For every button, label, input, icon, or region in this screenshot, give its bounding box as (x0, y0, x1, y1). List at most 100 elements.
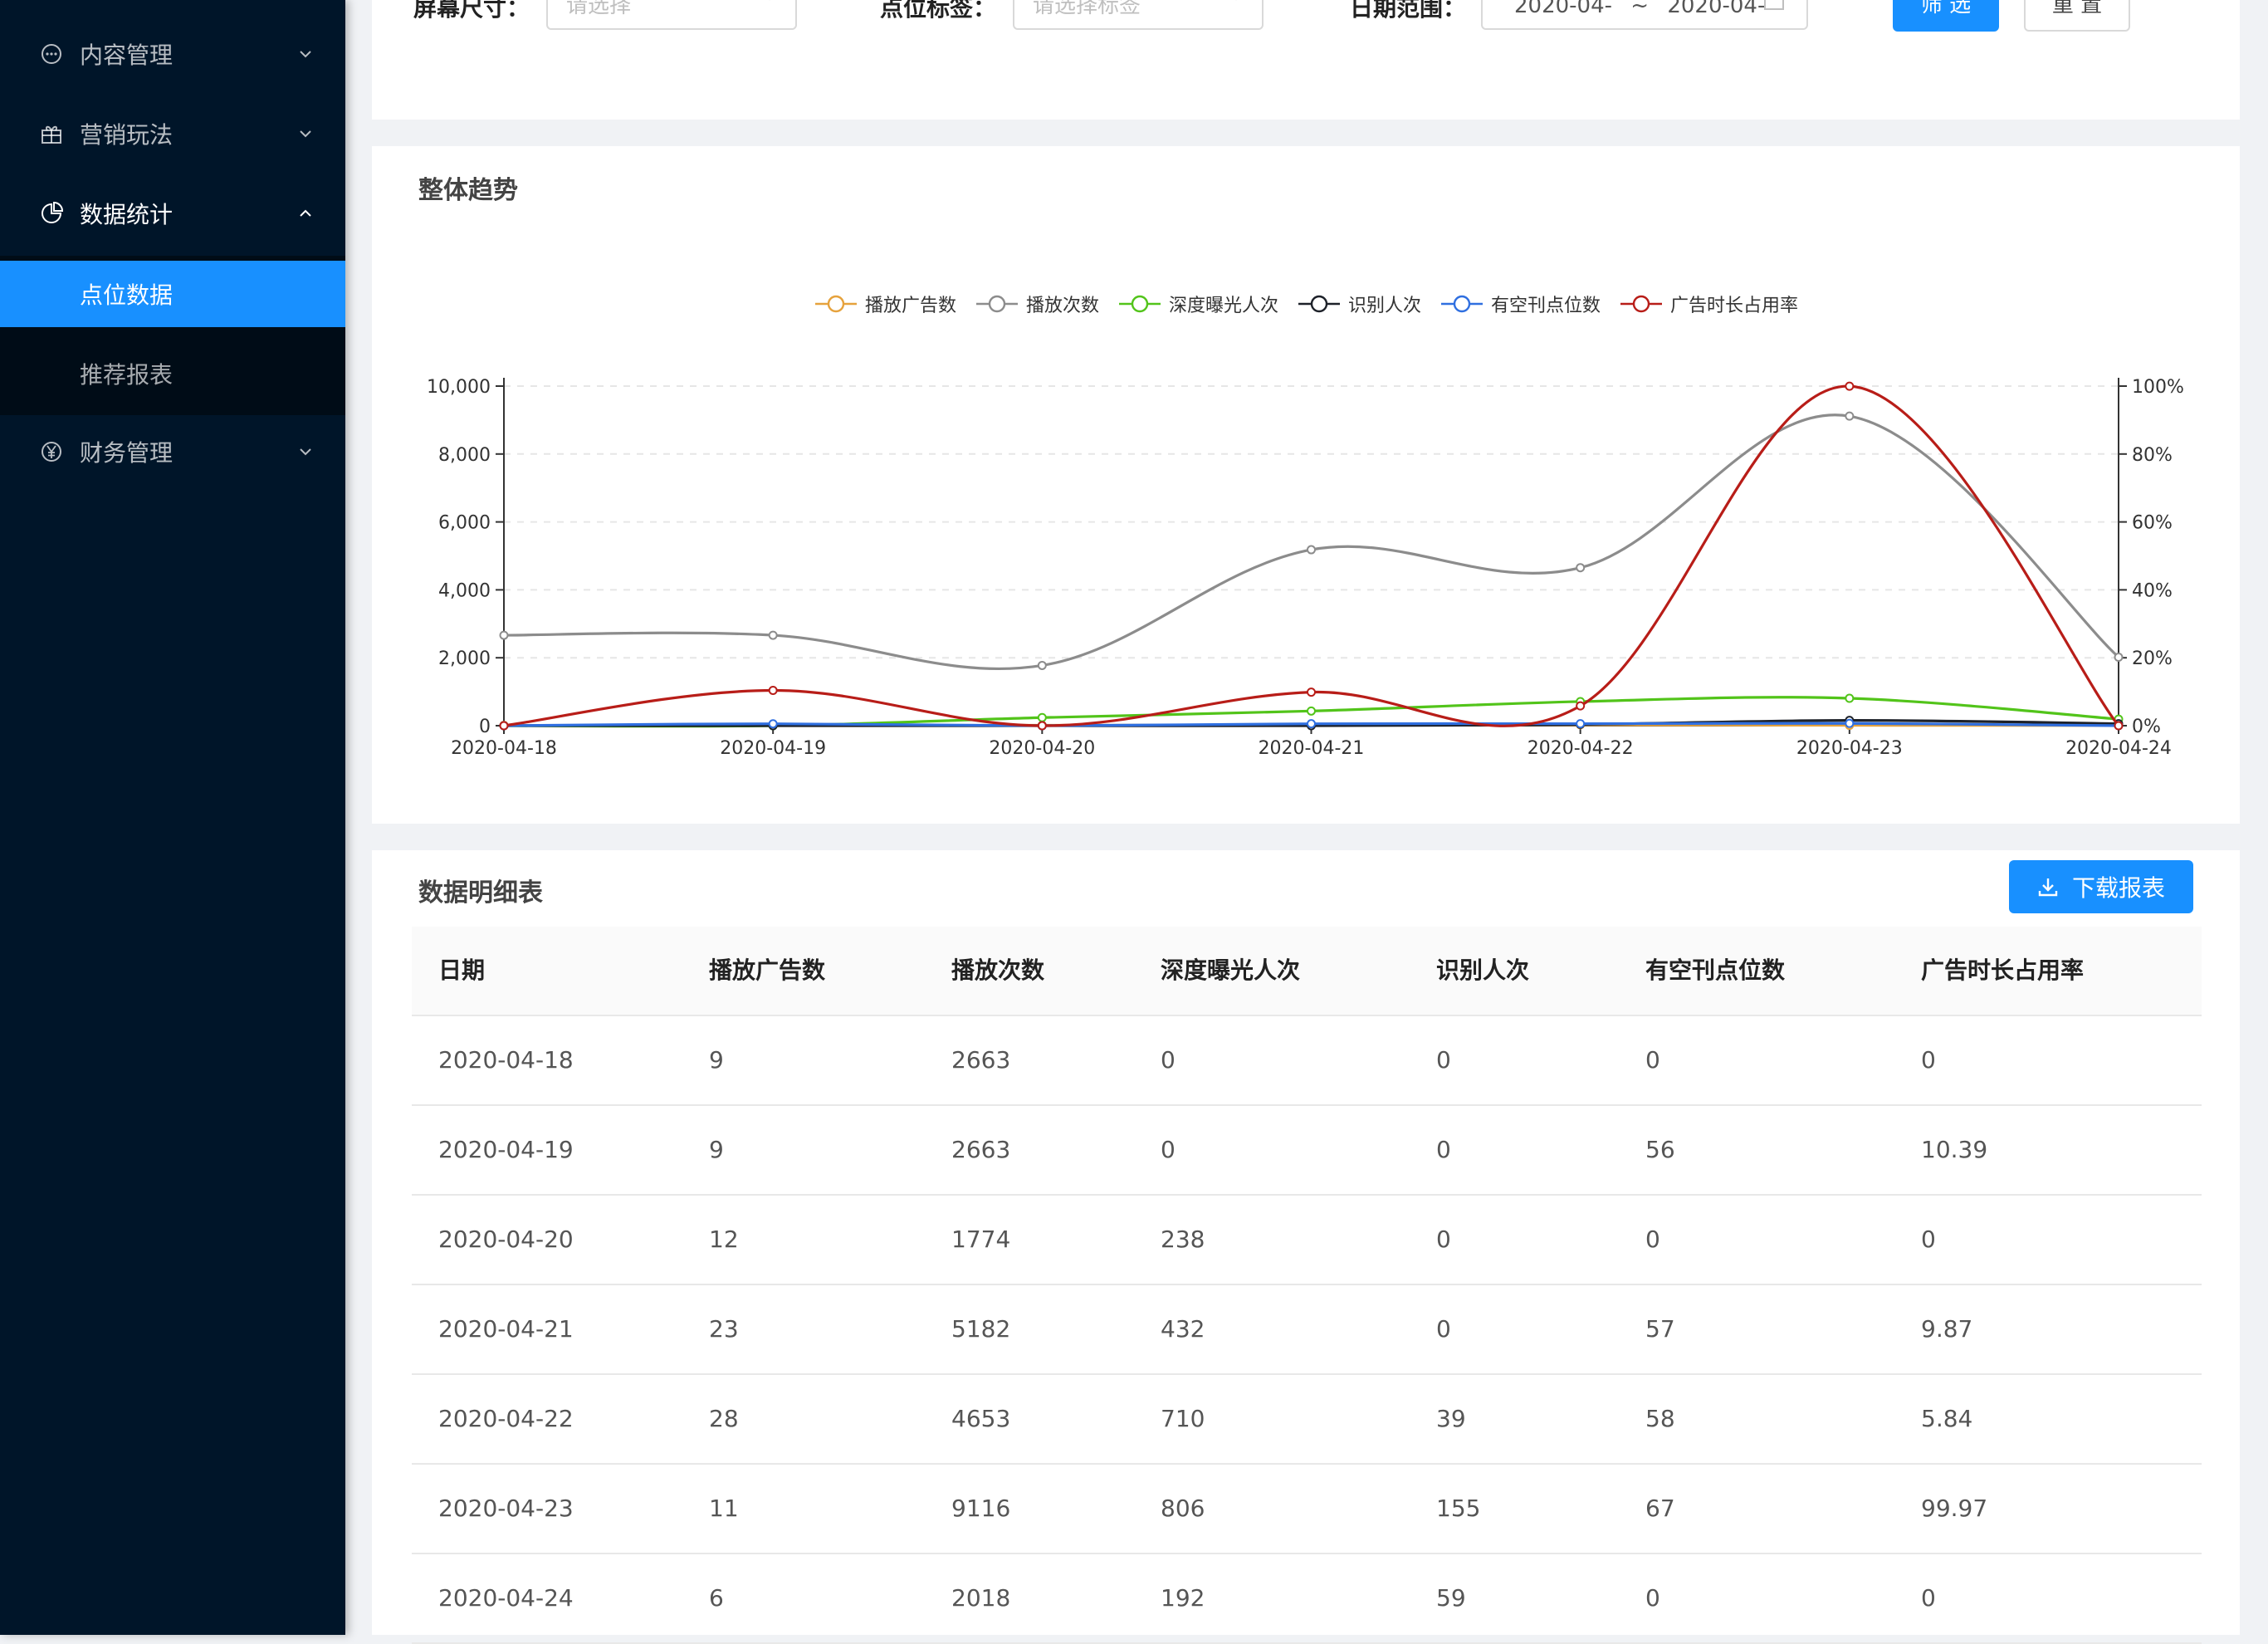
table-cell: 2020-04-23 (438, 1495, 574, 1522)
series-line (503, 413, 2120, 671)
table-cell: 2020-04-21 (438, 1315, 574, 1343)
data-point (1845, 411, 1855, 421)
table-cell: 9116 (951, 1495, 1011, 1522)
pie-chart-icon (42, 201, 64, 223)
menu-label: 内容管理 (80, 42, 174, 69)
trend-line-chart: 0 2,000 4,000 6,000 8,000 10,000 0% 20% 40% 60% 80… (427, 377, 2184, 759)
x-tick-label: 2020-04-21 (1259, 738, 1365, 759)
table-cell: 9 (709, 1046, 724, 1074)
y-right-tick-label: 60% (2132, 513, 2173, 534)
data-point (1307, 706, 1316, 716)
table-cell: 58 (1645, 1405, 1675, 1432)
table-cell: 11 (709, 1495, 739, 1522)
date-range-picker[interactable]: 2020-04- ~ 2020-04- (1481, 0, 1808, 30)
y-left-tick-label: 8,000 (438, 445, 491, 466)
table-cell: 0 (1436, 1226, 1451, 1253)
submenu-label: 推荐报表 (80, 361, 174, 389)
table-cell: 56 (1645, 1136, 1675, 1163)
data-point (1307, 687, 1316, 697)
x-tick-label: 2020-04-24 (2065, 738, 2172, 759)
data-point (1576, 701, 1586, 711)
data-point (768, 630, 778, 640)
detail-table-card: 数据明细表 下载报表 日期 播放广告数 播放次数 深度曝光人次 识别人次 有空刊点位数 广告… (372, 850, 2240, 1644)
table-header-cell: 识别人次 (1436, 957, 1530, 984)
filter-button[interactable]: 筛 选 (1893, 0, 1999, 32)
table-cell: 0 (1436, 1046, 1451, 1074)
data-point (499, 630, 509, 640)
download-label: 下载报表 (2071, 874, 2165, 902)
trend-chart-card: 整体趋势 播放广告数 播放次数 深度曝光人次 识别人次 有空刊点位数 广告时长占用率 02… (372, 146, 2240, 824)
table-cell: 2020-04-20 (438, 1226, 574, 1253)
table-cell: 432 (1161, 1315, 1205, 1343)
table-cell: 28 (709, 1405, 739, 1432)
table-cell: 39 (1436, 1405, 1466, 1432)
submenu: 点位数据 推荐报表 (0, 256, 345, 415)
submenu-item-recommend-report[interactable]: 推荐报表 (0, 340, 345, 407)
table-cell: 2018 (951, 1584, 1011, 1612)
y-left-tick-label: 4,000 (438, 580, 491, 601)
date-start: 2020-04- (1514, 0, 1613, 18)
data-point (1845, 718, 1855, 728)
table-cell: 0 (1645, 1584, 1660, 1612)
table-header-cell: 广告时长占用率 (1921, 957, 2085, 984)
download-report-button[interactable]: 下载报表 (2009, 860, 2193, 913)
x-tick-label: 2020-04-19 (720, 738, 826, 759)
detail-table: 日期 播放广告数 播放次数 深度曝光人次 识别人次 有空刊点位数 广告时长占用率 2020-0… (412, 927, 2202, 1644)
y-left-tick-label: 6,000 (438, 513, 491, 534)
table-cell: 806 (1161, 1495, 1205, 1522)
sidebar: 内容管理 营销玩法 数据统计 点位数据 推荐报表 财务管理 (0, 0, 345, 1635)
table-cell: 1774 (951, 1226, 1011, 1253)
menu-item-statistics[interactable]: 数据统计 (0, 174, 345, 253)
screen-size-label: 屏幕尺寸： (413, 0, 530, 22)
table-cell: 192 (1161, 1584, 1205, 1612)
table-cell: 2020-04-19 (438, 1136, 574, 1163)
table-cell: 0 (1921, 1046, 1936, 1074)
data-point (1576, 563, 1586, 573)
table-cell: 0 (1645, 1046, 1660, 1074)
screen-size-select[interactable]: 请选择 (546, 0, 797, 30)
table-cell: 10.39 (1921, 1136, 1988, 1163)
table-cell: 0 (1436, 1315, 1451, 1343)
table-cell: 9.87 (1921, 1315, 1973, 1343)
table-cell: 12 (709, 1226, 739, 1253)
table-cell: 4653 (951, 1405, 1011, 1432)
chevron-down-icon (300, 130, 311, 138)
data-point (1037, 721, 1047, 731)
y-left-tick-label: 2,000 (438, 648, 491, 669)
reset-button[interactable]: 重 置 (2024, 0, 2130, 32)
date-range-label: 日期范围： (1350, 0, 1467, 22)
table-cell: 238 (1161, 1226, 1205, 1253)
data-point (1307, 545, 1316, 555)
data-point (1037, 660, 1047, 670)
table-cell: 9 (709, 1136, 724, 1163)
point-tag-select[interactable]: 请选择标签 (1013, 0, 1264, 30)
menu-item-content-management[interactable]: 内容管理 (0, 14, 345, 94)
menu-item-marketing[interactable]: 营销玩法 (0, 94, 345, 174)
menu-label: 营销玩法 (80, 121, 174, 149)
table-cell: 2663 (951, 1046, 1011, 1074)
table-cell: 57 (1645, 1315, 1675, 1343)
submenu-item-point-data[interactable]: 点位数据 (0, 261, 345, 327)
data-point (2114, 721, 2124, 731)
data-point (1037, 712, 1047, 722)
gift-icon (42, 125, 61, 144)
table-cell: 0 (1161, 1046, 1176, 1074)
submenu-label: 点位数据 (80, 281, 174, 309)
data-point (768, 719, 778, 729)
table-cell: 99.97 (1921, 1495, 1988, 1522)
y-right-tick-label: 20% (2132, 648, 2173, 669)
table-cell: 0 (1921, 1226, 1936, 1253)
table-card-title: 数据明细表 (418, 878, 543, 908)
x-tick-label: 2020-04-22 (1527, 738, 1634, 759)
table-cell: 23 (709, 1315, 739, 1343)
table-cell: 2020-04-24 (438, 1584, 574, 1612)
date-end: 2020-04- (1667, 0, 1766, 18)
menu-item-finance[interactable]: 财务管理 (0, 412, 345, 492)
menu-label: 财务管理 (80, 439, 174, 467)
table-cell: 710 (1161, 1405, 1205, 1432)
y-right-tick-label: 40% (2132, 580, 2173, 601)
table-header-cell: 日期 (438, 957, 486, 984)
table-cell: 59 (1436, 1584, 1466, 1612)
table-cell: 5.84 (1921, 1405, 1973, 1432)
date-separator: ~ (1630, 0, 1650, 18)
